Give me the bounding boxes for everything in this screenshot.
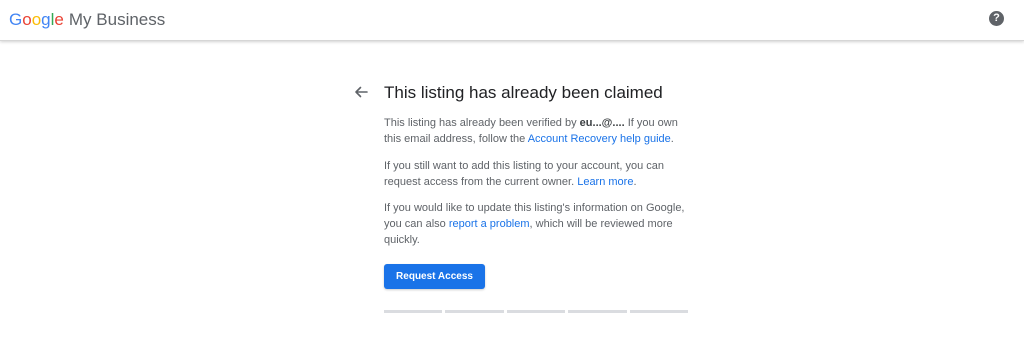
logo-letter: o — [22, 10, 32, 29]
logo-letter: o — [31, 10, 42, 29]
logo-letter: G — [9, 10, 23, 29]
account-recovery-link[interactable]: Account Recovery help guide — [528, 133, 671, 145]
progress-segment — [506, 310, 566, 313]
arrow-back-icon-graphic — [355, 86, 368, 98]
help-circle-icon[interactable]: ? — [989, 11, 1004, 26]
progress-segment — [384, 310, 443, 313]
masked-email: eu...@.... — [579, 117, 625, 129]
top-app-bar: Google My Business ? — [0, 0, 1024, 41]
arrow-back-icon[interactable] — [352, 83, 370, 101]
paragraph-text: . — [670, 133, 674, 145]
product-name: My Business — [68, 10, 166, 29]
paragraph-text: This listing has already been verified b… — [384, 117, 580, 129]
logo-letter: e — [54, 10, 64, 29]
report-a-problem-link[interactable]: report a problem — [449, 218, 530, 230]
request-access-button[interactable]: Request Access — [384, 264, 485, 289]
request-access-paragraph: If you still want to add this listing to… — [384, 158, 694, 190]
report-problem-paragraph: If you would like to update this listing… — [384, 200, 694, 248]
progress-segment — [629, 310, 689, 313]
google-my-business-logo[interactable]: Google My Business — [9, 10, 165, 30]
progress-segment — [445, 310, 504, 313]
page-title: This listing has already been claimed — [384, 83, 663, 102]
learn-more-link[interactable]: Learn more — [577, 176, 633, 188]
paragraph-text: . — [633, 176, 637, 188]
verified-by-paragraph: This listing has already been verified b… — [384, 115, 694, 147]
progress-indicator — [384, 310, 689, 313]
app-root: Google My Business ? This listing has alr… — [0, 0, 1024, 359]
progress-segment — [568, 310, 627, 313]
logo-letter: g — [41, 10, 51, 29]
